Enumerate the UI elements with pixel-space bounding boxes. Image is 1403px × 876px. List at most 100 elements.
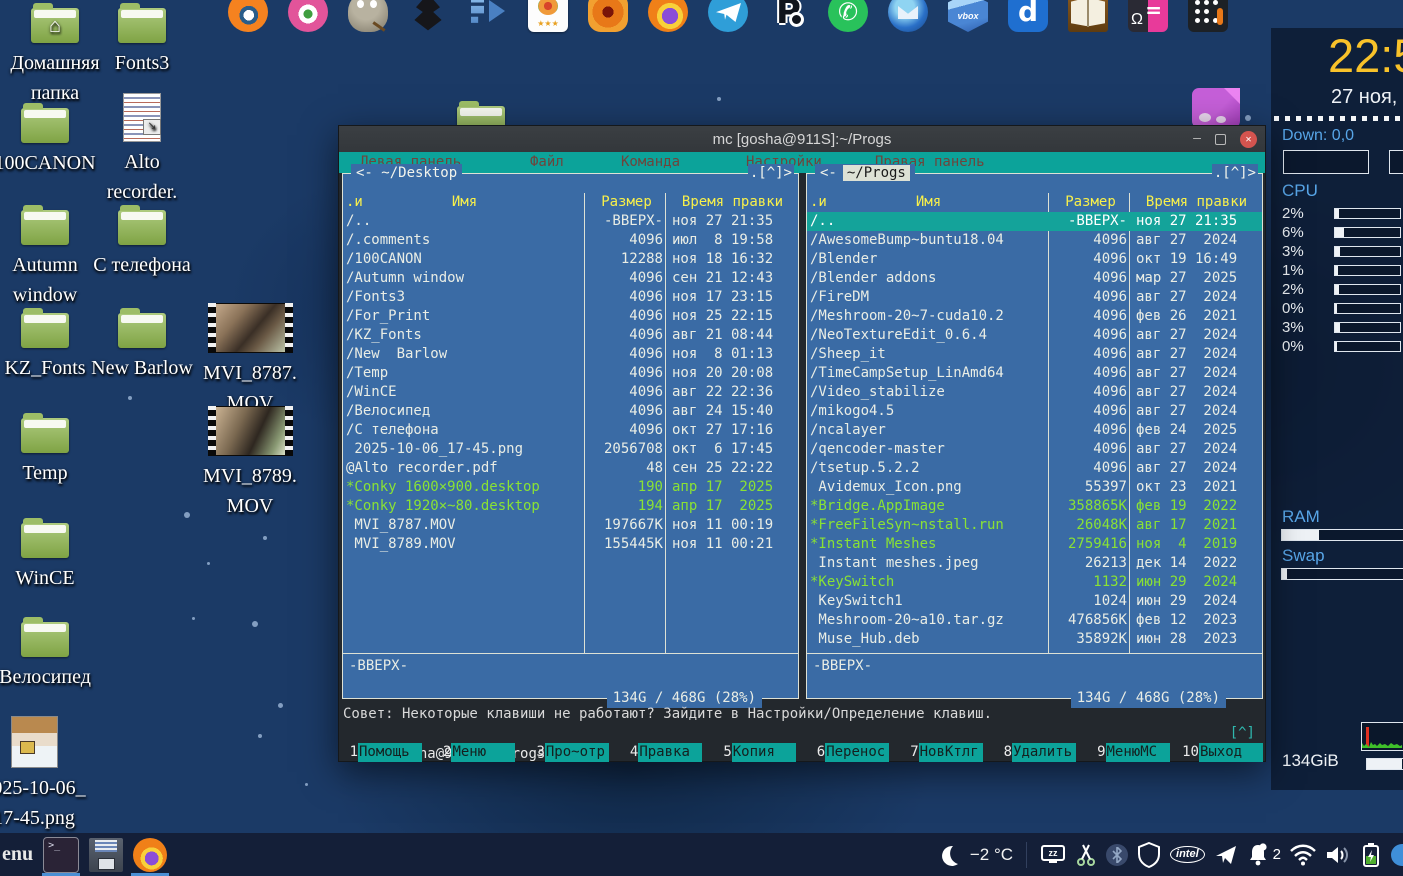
- temperature-label[interactable]: −2 °C: [970, 845, 1013, 865]
- intel-icon[interactable]: intel: [1170, 846, 1205, 863]
- file-row[interactable]: /Fonts3 4096 ноя 17 23:15: [343, 288, 798, 307]
- file-row[interactable]: *FreeFileSyn~nstall.run 26048K авг 17 20…: [807, 516, 1262, 535]
- vbox-icon[interactable]: [948, 0, 988, 32]
- shield-icon[interactable]: [1137, 842, 1161, 868]
- file-row[interactable]: MVI_8789.MOV 155445K ноя 11 00:21: [343, 535, 798, 554]
- command-line[interactable]: gosha@911S:~/Progs$ [^]: [343, 724, 1261, 743]
- file-row[interactable]: KeySwitch1 1024 июн 29 2024: [807, 592, 1262, 611]
- file-row[interactable]: /Blender addons 4096 мар 27 2025: [807, 269, 1262, 288]
- scissors-icon[interactable]: [1075, 843, 1097, 867]
- function-key[interactable]: 10 Выход: [1182, 743, 1263, 762]
- whatsapp-icon[interactable]: [828, 0, 868, 32]
- firefox-taskbar-button[interactable]: [133, 838, 167, 872]
- file-row[interactable]: /.. -ВВЕРХ- ноя 27 21:35: [343, 212, 798, 231]
- file-row[interactable]: /Autumn window 4096 сен 21 12:43: [343, 269, 798, 288]
- file-row[interactable]: /ncalayer 4096 фев 24 2025: [807, 421, 1262, 440]
- function-key[interactable]: 4 Правка: [621, 743, 702, 762]
- sort-mark[interactable]: .и: [346, 193, 363, 212]
- col-size[interactable]: Размер: [586, 193, 667, 212]
- book-icon[interactable]: [1068, 0, 1108, 32]
- file-row[interactable]: /qencoder-master 4096 авг 27 2024: [807, 440, 1262, 459]
- math-icon[interactable]: [1128, 0, 1168, 32]
- blender2-icon[interactable]: [288, 0, 328, 32]
- psearch-icon[interactable]: [768, 0, 808, 32]
- function-key[interactable]: 8 Удалить: [995, 743, 1076, 762]
- swirl-icon[interactable]: [588, 0, 628, 32]
- file-row[interactable]: /FireDM 4096 авг 27 2024: [807, 288, 1262, 307]
- file-row[interactable]: /Meshroom-20~7-cuda10.2 4096 фев 26 2021: [807, 307, 1262, 326]
- function-key[interactable]: 5 Копия: [715, 743, 796, 762]
- desktop-icon-new-barlow[interactable]: New Barlow: [87, 307, 197, 383]
- file-row[interactable]: *Conky 1920×~80.desktop 194 апр 17 2025: [343, 497, 798, 516]
- file-row[interactable]: 2025-10-06_17-45.png 2056708 окт 6 17:45: [343, 440, 798, 459]
- function-key[interactable]: 6 Перенос: [808, 743, 889, 762]
- file-row[interactable]: *Conky 1600×900.desktop 190 апр 17 2025: [343, 478, 798, 497]
- desktop-icon-velosiped[interactable]: Велосипед: [0, 616, 100, 692]
- col-name[interactable]: Имя: [343, 193, 586, 212]
- col-mtime[interactable]: Время правки: [1131, 193, 1262, 212]
- volume-icon[interactable]: [1325, 843, 1351, 867]
- file-row[interactable]: /New Barlow 4096 ноя 8 01:13: [343, 345, 798, 364]
- file-row[interactable]: Avidemux_Icon.png 55397 окт 23 2021: [807, 478, 1262, 497]
- inhibit-screensaver-icon[interactable]: zz: [1040, 843, 1066, 867]
- function-key[interactable]: 1 Помощь: [341, 743, 422, 762]
- save-floppy-taskbar-button[interactable]: [89, 838, 123, 872]
- terminal-taskbar-button[interactable]: [43, 837, 79, 873]
- file-row[interactable]: /KZ_Fonts 4096 авг 21 08:44: [343, 326, 798, 345]
- file-row[interactable]: /Temp 4096 ноя 20 20:08: [343, 364, 798, 383]
- gimp-icon[interactable]: [348, 0, 388, 32]
- minimize-button[interactable]: –: [1193, 126, 1201, 152]
- function-key[interactable]: 2 Меню: [434, 743, 515, 762]
- battery-icon[interactable]: [1360, 842, 1382, 868]
- col-mtime[interactable]: Время правки: [667, 193, 798, 212]
- file-row[interactable]: *Instant Meshes 2759416 ноя 4 2019: [807, 535, 1262, 554]
- file-row[interactable]: /NeoTextureEdit_0.6.4 4096 авг 27 2024: [807, 326, 1262, 345]
- file-row[interactable]: /100CANON 12288 ноя 18 16:32: [343, 250, 798, 269]
- file-row[interactable]: *Bridge.AppImage 358865K фев 19 2022: [807, 497, 1262, 516]
- file-row[interactable]: /С телефона 4096 окт 27 17:16: [343, 421, 798, 440]
- file-row[interactable]: Meshroom-20~a10.tar.gz 476856K фев 12 20…: [807, 611, 1262, 630]
- firefox-icon[interactable]: [648, 0, 688, 32]
- desktop-icon-temp[interactable]: Temp: [0, 412, 100, 488]
- file-row[interactable]: /Blender 4096 окт 19 16:49: [807, 250, 1262, 269]
- file-row[interactable]: MVI_8787.MOV 197667K ноя 11 00:19: [343, 516, 798, 535]
- file-row[interactable]: /Велосипед 4096 авг 24 15:40: [343, 402, 798, 421]
- menu-button[interactable]: enu: [2, 843, 33, 866]
- blender-icon[interactable]: [228, 0, 268, 32]
- left-panel-path[interactable]: <- ~/Desktop: [351, 164, 462, 183]
- sort-mark[interactable]: .и: [810, 193, 827, 212]
- desktop-icon-s-telefona[interactable]: С телефона: [87, 204, 197, 280]
- file-row[interactable]: /Video_stabilize 4096 авг 27 2024: [807, 383, 1262, 402]
- file-row[interactable]: /TimeCampSetup_LinAmd64 4096 авг 27 2024: [807, 364, 1262, 383]
- file-row[interactable]: /Sheep_it 4096 авг 27 2024: [807, 345, 1262, 364]
- telegram-icon[interactable]: [708, 0, 748, 32]
- desktop-icon-100canon[interactable]: 100CANON: [0, 102, 100, 178]
- menu-command[interactable]: Команда: [621, 152, 680, 173]
- calc-icon[interactable]: [1188, 0, 1228, 32]
- file-row[interactable]: /mikogo4.5 4096 авг 27 2024: [807, 402, 1262, 421]
- wifi-icon[interactable]: [1290, 844, 1316, 866]
- col-size[interactable]: Размер: [1050, 193, 1131, 212]
- file-row[interactable]: Muse_Hub.deb 35892K июн 28 2023: [807, 630, 1262, 649]
- right-panel-path[interactable]: <-~/Progs: [815, 164, 915, 183]
- file-row[interactable]: /.comments 4096 июл 8 19:58: [343, 231, 798, 250]
- function-key[interactable]: 3 Про~отр: [528, 743, 609, 762]
- desktop-icon-autumn-window[interactable]: Autumnwindow: [0, 204, 100, 310]
- file-row[interactable]: /WinCE 4096 авг 22 22:36: [343, 383, 798, 402]
- function-key[interactable]: 9 МенюМС: [1089, 743, 1170, 762]
- file-row[interactable]: *KeySwitch 1132 июн 29 2024: [807, 573, 1262, 592]
- tray-overflow-icon[interactable]: [1391, 844, 1403, 866]
- telegram-tray-icon[interactable]: [1214, 843, 1238, 867]
- thunderbird-icon[interactable]: [888, 0, 928, 32]
- function-key[interactable]: 7 НовКтлг: [902, 743, 983, 762]
- dapp-icon[interactable]: [1008, 0, 1048, 32]
- file-row[interactable]: @Alto recorder.pdf 48 сен 25 22:22: [343, 459, 798, 478]
- col-name[interactable]: Имя: [807, 193, 1050, 212]
- file-row[interactable]: /For_Print 4096 ноя 25 22:15: [343, 307, 798, 326]
- file-row[interactable]: Instant meshes.jpeg 26213 дек 14 2022: [807, 554, 1262, 573]
- close-button[interactable]: ✕: [1240, 131, 1257, 148]
- kdenlive-icon[interactable]: [468, 0, 508, 32]
- file-row[interactable]: /AwesomeBump~buntu18.04 4096 авг 27 2024: [807, 231, 1262, 250]
- history-button[interactable]: [^]: [1230, 724, 1255, 743]
- left-panel-corner[interactable]: .[^]>: [748, 164, 794, 183]
